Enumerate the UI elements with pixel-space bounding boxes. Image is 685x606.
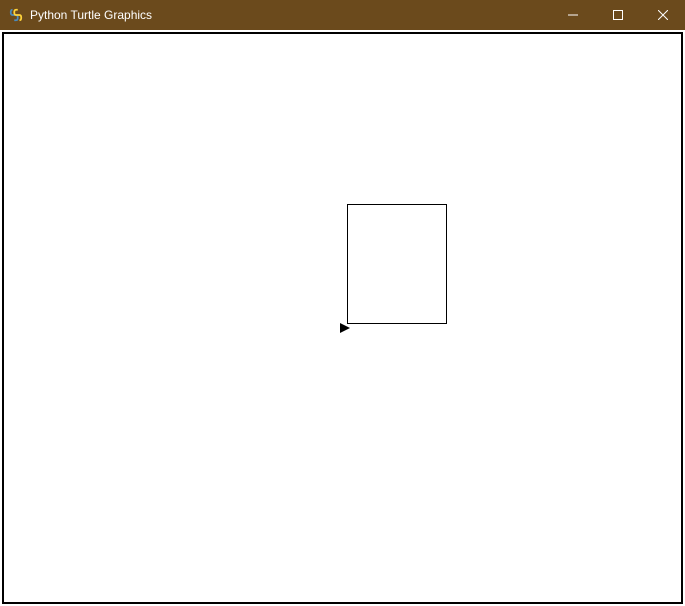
maximize-button[interactable] bbox=[595, 0, 640, 30]
turtle-cursor bbox=[340, 323, 350, 333]
drawn-square bbox=[347, 204, 447, 324]
app-window: Python Turtle Graphics bbox=[0, 0, 685, 606]
maximize-icon bbox=[613, 10, 623, 20]
turtle-canvas bbox=[4, 34, 681, 602]
titlebar[interactable]: Python Turtle Graphics bbox=[0, 0, 685, 30]
minimize-button[interactable] bbox=[550, 0, 595, 30]
window-controls bbox=[550, 0, 685, 30]
minimize-icon bbox=[568, 10, 578, 20]
close-icon bbox=[658, 10, 668, 20]
canvas-area bbox=[2, 32, 683, 604]
app-icon bbox=[8, 7, 24, 23]
window-title: Python Turtle Graphics bbox=[30, 8, 152, 22]
close-button[interactable] bbox=[640, 0, 685, 30]
